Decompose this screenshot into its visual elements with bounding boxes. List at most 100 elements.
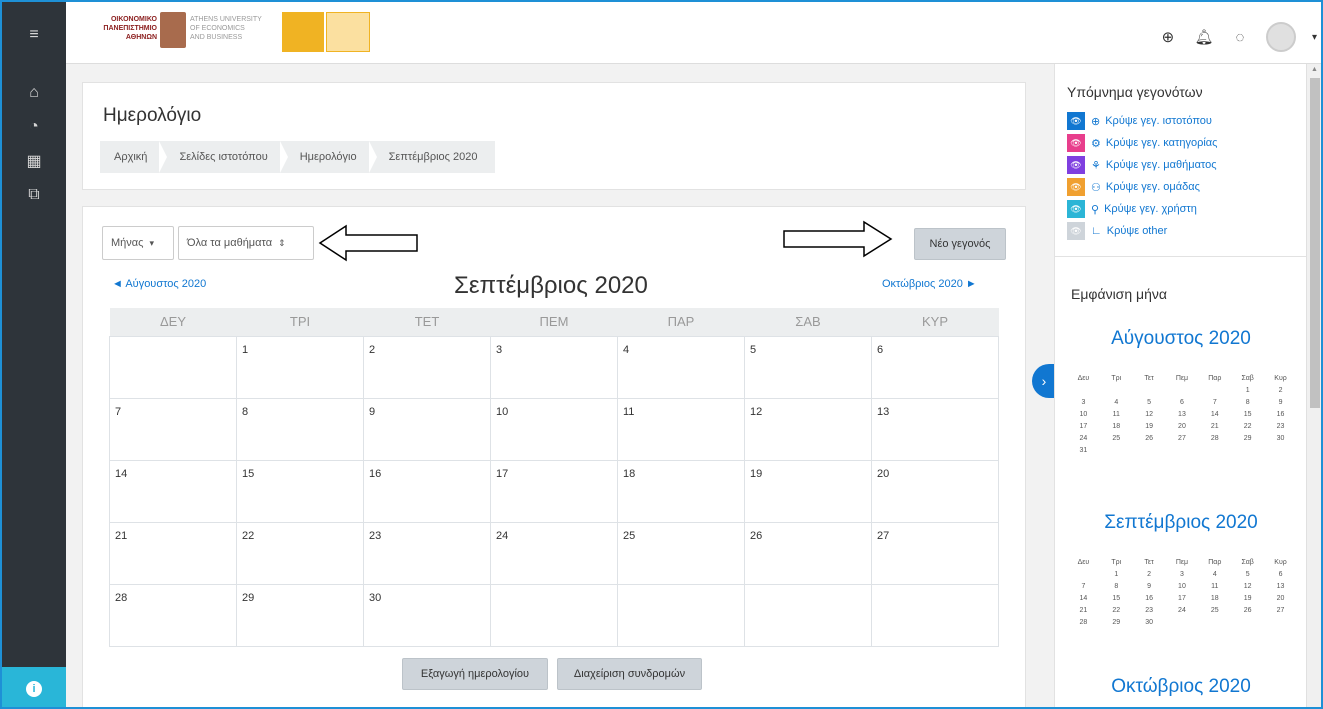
mini-day-cell[interactable]: 14 <box>1198 408 1231 420</box>
calendar-day-cell[interactable]: 12 <box>744 397 872 461</box>
mini-day-cell[interactable]: 13 <box>1264 580 1297 592</box>
calendar-day-cell[interactable]: 20 <box>871 459 999 523</box>
calendar-day-cell[interactable]: 7 <box>109 397 237 461</box>
mini-day-cell[interactable]: 23 <box>1264 420 1297 432</box>
mini-day-cell[interactable] <box>1100 384 1133 396</box>
mini-day-cell[interactable]: 11 <box>1198 580 1231 592</box>
breadcrumb-home[interactable]: Αρχική <box>100 141 168 173</box>
home-icon[interactable]: ⌂ <box>2 78 66 108</box>
mini-day-cell[interactable]: 9 <box>1133 580 1166 592</box>
mini-day-cell[interactable]: 27 <box>1166 432 1199 444</box>
mini-day-cell[interactable]: 28 <box>1198 432 1231 444</box>
mini-month-title-october[interactable]: Οκτώβριος 2020 <box>1055 676 1307 698</box>
breadcrumb-current-month[interactable]: Σεπτέμβριος 2020 <box>375 141 496 173</box>
mini-day-cell[interactable]: 24 <box>1067 432 1100 444</box>
mini-day-cell[interactable] <box>1133 384 1166 396</box>
calendar-day-cell[interactable]: 29 <box>236 583 364 647</box>
scroll-up-icon[interactable]: ▲ <box>1311 66 1318 73</box>
notifications-bell-icon[interactable]: 🔔︎ <box>1194 28 1214 46</box>
scrollbar-thumb[interactable] <box>1310 78 1320 408</box>
menu-icon[interactable]: ≡ <box>2 20 66 50</box>
mini-day-cell[interactable]: 16 <box>1133 592 1166 604</box>
mini-day-cell[interactable] <box>1231 444 1264 456</box>
mini-day-cell[interactable] <box>1067 568 1100 580</box>
calendar-day-cell[interactable]: 27 <box>871 521 999 585</box>
mini-day-cell[interactable] <box>1231 616 1264 628</box>
dashboard-icon[interactable]: ◔ <box>2 112 66 142</box>
eye-icon[interactable]: 👁︎ <box>1067 178 1085 196</box>
mini-day-cell[interactable]: 29 <box>1100 616 1133 628</box>
mini-day-cell[interactable]: 7 <box>1198 396 1231 408</box>
mini-day-cell[interactable]: 24 <box>1166 604 1199 616</box>
calendar-day-cell[interactable]: 13 <box>871 397 999 461</box>
mini-day-cell[interactable]: 2 <box>1133 568 1166 580</box>
mini-day-cell[interactable]: 12 <box>1133 408 1166 420</box>
calendar-day-cell[interactable] <box>871 583 999 647</box>
mini-day-cell[interactable]: 1 <box>1100 568 1133 580</box>
mini-day-cell[interactable]: 17 <box>1166 592 1199 604</box>
mini-day-cell[interactable]: 3 <box>1166 568 1199 580</box>
calendar-day-cell[interactable]: 5 <box>744 335 872 399</box>
mini-day-cell[interactable]: 12 <box>1231 580 1264 592</box>
mini-month-title-september[interactable]: Σεπτέμβριος 2020 <box>1055 512 1307 534</box>
new-event-button[interactable]: Νέο γεγονός <box>914 228 1006 260</box>
legend-toggle-row[interactable]: 👁︎ ⚲ Κρύψε γεγ. χρήστη <box>1067 200 1197 218</box>
mini-day-cell[interactable]: 29 <box>1231 432 1264 444</box>
breadcrumb-calendar[interactable]: Ημερολόγιο <box>286 141 377 173</box>
calendar-day-cell[interactable]: 14 <box>109 459 237 523</box>
mini-day-cell[interactable]: 8 <box>1100 580 1133 592</box>
eye-icon[interactable]: 👁︎ <box>1067 112 1085 130</box>
calendar-day-cell[interactable]: 4 <box>617 335 745 399</box>
calendar-day-cell[interactable]: 9 <box>363 397 491 461</box>
breadcrumb-site-pages[interactable]: Σελίδες ιστοτόπου <box>165 141 289 173</box>
previous-month-link[interactable]: ◄ Αύγουστος 2020 <box>112 278 206 290</box>
calendar-day-cell[interactable]: 23 <box>363 521 491 585</box>
mini-day-cell[interactable] <box>1100 444 1133 456</box>
mini-day-cell[interactable]: 22 <box>1231 420 1264 432</box>
mini-day-cell[interactable]: 14 <box>1067 592 1100 604</box>
mini-day-cell[interactable]: 23 <box>1133 604 1166 616</box>
calendar-day-cell[interactable]: 18 <box>617 459 745 523</box>
mini-day-cell[interactable] <box>1166 616 1199 628</box>
mini-day-cell[interactable]: 22 <box>1100 604 1133 616</box>
drawer-toggle-chevron-icon[interactable]: › <box>1032 364 1056 398</box>
university-logo-greek[interactable]: ΟΙΚΟΝΟΜΙΚΟ ΠΑΝΕΠΙΣΤΗΜΙΟ ΑΘΗΝΩΝ <box>82 15 157 47</box>
mini-day-cell[interactable]: 3 <box>1067 396 1100 408</box>
language-globe-icon[interactable]: ⊕ <box>1158 28 1178 46</box>
eye-icon[interactable]: 👁︎ <box>1067 222 1085 240</box>
calendar-day-cell[interactable]: 10 <box>490 397 618 461</box>
messages-chat-icon[interactable]: ◌ <box>1230 29 1250 46</box>
mini-day-cell[interactable] <box>1166 384 1199 396</box>
mini-day-cell[interactable]: 15 <box>1100 592 1133 604</box>
mini-day-cell[interactable]: 20 <box>1264 592 1297 604</box>
user-menu-caret-icon[interactable]: ▾ <box>1312 32 1317 43</box>
mini-day-cell[interactable]: 18 <box>1100 420 1133 432</box>
calendar-day-cell[interactable]: 28 <box>109 583 237 647</box>
mini-day-cell[interactable] <box>1198 384 1231 396</box>
eye-icon[interactable]: 👁︎ <box>1067 200 1085 218</box>
mini-month-title-august[interactable]: Αύγουστος 2020 <box>1055 328 1307 350</box>
mini-day-cell[interactable]: 26 <box>1133 432 1166 444</box>
export-calendar-button[interactable]: Εξαγωγή ημερολογίου <box>402 658 548 690</box>
mini-day-cell[interactable]: 10 <box>1166 580 1199 592</box>
info-button[interactable]: i <box>2 667 66 707</box>
mini-day-cell[interactable]: 31 <box>1067 444 1100 456</box>
mini-day-cell[interactable]: 4 <box>1100 396 1133 408</box>
calendar-day-cell[interactable] <box>744 583 872 647</box>
sidebar-scrollbar[interactable]: ▲ <box>1306 64 1321 707</box>
calendar-day-cell[interactable]: 24 <box>490 521 618 585</box>
mini-day-cell[interactable] <box>1067 384 1100 396</box>
next-month-link[interactable]: Οκτώβριος 2020 ► <box>882 278 977 290</box>
mini-day-cell[interactable]: 10 <box>1067 408 1100 420</box>
legend-toggle-row[interactable]: 👁︎ ⊕ Κρύψε γεγ. ιστοτόπου <box>1067 112 1212 130</box>
calendar-icon[interactable]: ▦ <box>2 146 66 176</box>
calendar-day-cell[interactable]: 15 <box>236 459 364 523</box>
mini-day-cell[interactable]: 15 <box>1231 408 1264 420</box>
legend-toggle-row[interactable]: 👁︎ ⚘ Κρύψε γεγ. μαθήματος <box>1067 156 1217 174</box>
mini-day-cell[interactable]: 19 <box>1133 420 1166 432</box>
eye-icon[interactable]: 👁︎ <box>1067 134 1085 152</box>
files-icon[interactable]: ⧉ <box>2 180 66 210</box>
mini-day-cell[interactable]: 4 <box>1198 568 1231 580</box>
mini-day-cell[interactable] <box>1264 616 1297 628</box>
calendar-day-cell[interactable]: 17 <box>490 459 618 523</box>
